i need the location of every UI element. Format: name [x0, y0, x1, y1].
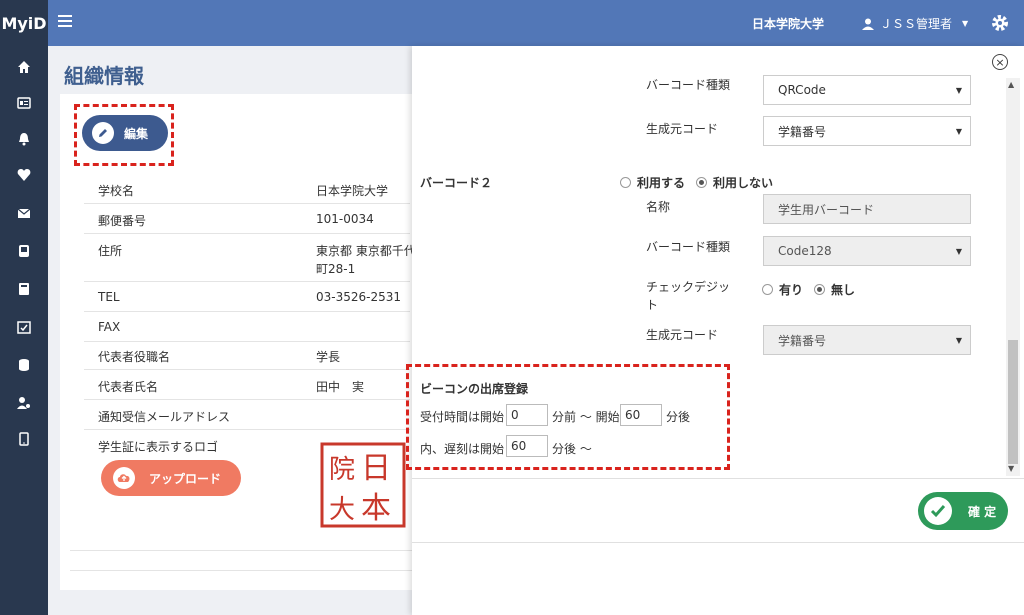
barcode2-source-select[interactable]: 学籍番号 ▼ [763, 325, 971, 355]
logo-seal-image: 日 本 院 大 [320, 442, 406, 528]
close-icon[interactable]: × [992, 54, 1008, 70]
barcode2-source-label: 生成元コード [646, 328, 719, 342]
divider [70, 570, 420, 571]
chevron-down-icon: ▼ [955, 127, 962, 136]
late-minutes-input[interactable]: 60 [506, 435, 548, 457]
start-minutes-input[interactable]: 0 [506, 404, 548, 426]
heartbeat-icon[interactable] [16, 168, 32, 182]
radio-selected-icon[interactable] [696, 177, 707, 188]
database-icon[interactable] [16, 358, 32, 372]
brand-logo[interactable]: MyiD [0, 0, 48, 46]
school-name: 日本学院大学 [752, 17, 825, 31]
bell-icon[interactable] [16, 132, 32, 146]
menu-icon[interactable] [58, 15, 72, 29]
mobile-icon[interactable] [16, 432, 32, 446]
mail-icon[interactable] [16, 206, 32, 220]
confirm-button[interactable]: 確 定 [918, 492, 1008, 530]
upload-button-label: アップロード [149, 471, 222, 486]
divider [70, 550, 420, 551]
table-row: TEL 03-3526-2531 [84, 290, 410, 312]
end-minutes-input[interactable]: 60 [620, 404, 662, 426]
user-menu[interactable]: ＪＳＳ管理者 ▼ [862, 15, 968, 32]
confirm-button-label: 確 定 [968, 504, 997, 519]
sidebar [0, 46, 48, 615]
scroll-up-icon[interactable]: ▲ [1008, 80, 1014, 89]
check-digit-label-cont: ト [646, 298, 659, 312]
table-row: 学校名 日本学院大学 [84, 182, 410, 204]
beacon-line1-suffix: 分後 [666, 410, 691, 424]
upload-button[interactable]: アップロード [101, 460, 241, 496]
barcode2-name-label: 名称 [646, 200, 671, 214]
chevron-down-icon: ▼ [962, 19, 969, 28]
barcode2-name-field[interactable]: 学生用バーコード [763, 194, 971, 224]
radio-icon[interactable] [620, 177, 631, 188]
device-icon[interactable] [16, 244, 32, 258]
barcode2-use-radio[interactable]: 利用する [620, 174, 685, 191]
beacon-line2-prefix: 内、遅刻は開始 [420, 442, 505, 456]
user-settings-icon[interactable] [16, 396, 32, 410]
divider [412, 542, 1024, 543]
barcode1-source-label: 生成元コード [646, 122, 719, 136]
id-card-icon[interactable] [16, 96, 32, 110]
check-digit-no-radio[interactable]: 無し [814, 281, 855, 298]
gear-icon[interactable] [990, 13, 1010, 33]
home-icon[interactable] [16, 60, 32, 74]
barcode2-type-select[interactable]: Code128 ▼ [763, 236, 971, 266]
table-row: FAX [84, 320, 410, 342]
cloud-upload-icon [113, 467, 135, 489]
table-row: 郵便番号 101-0034 [84, 212, 410, 234]
chevron-down-icon: ▼ [955, 247, 962, 256]
chevron-down-icon: ▼ [955, 86, 962, 95]
beacon-line1-prefix: 受付時間は開始 [420, 410, 505, 424]
scrollbar-thumb[interactable] [1008, 340, 1018, 464]
table-row: 住所東京都 東京都千代田区町28-1 [84, 242, 412, 282]
barcode1-type-select[interactable]: QRCode ▼ [763, 75, 971, 105]
user-name: ＪＳＳ管理者 [880, 17, 953, 31]
page-title: 組織情報 [64, 64, 144, 88]
beacon-line2-suffix: 分後 〜 [552, 442, 592, 456]
barcode1-type-label: バーコード種類 [646, 78, 731, 92]
check-icon [924, 497, 952, 525]
svg-text:本: 本 [361, 491, 391, 526]
table-row: 代表者氏名 田中 実 [84, 378, 410, 400]
barcode2-section-label: バーコード２ [420, 176, 493, 190]
table-row: 通知受信メールアドレス [84, 408, 410, 430]
barcode2-nouse-radio[interactable]: 利用しない [696, 174, 773, 191]
beacon-title: ビーコンの出席登録 [420, 382, 529, 396]
svg-text:院: 院 [329, 455, 355, 485]
check-digit-yes-radio[interactable]: 有り [762, 281, 803, 298]
calendar-check-icon[interactable] [16, 320, 32, 334]
barcode1-source-select[interactable]: 学籍番号 ▼ [763, 116, 971, 146]
chevron-down-icon: ▼ [955, 336, 962, 345]
radio-selected-icon[interactable] [814, 284, 825, 295]
radio-icon[interactable] [762, 284, 773, 295]
highlight-edit [74, 104, 174, 166]
svg-text:日: 日 [361, 451, 391, 486]
beacon-line1-mid: 分前 〜 開始 [552, 410, 620, 424]
table-row: 代表者役職名 学長 [84, 348, 410, 370]
user-icon [862, 18, 874, 30]
book-icon[interactable] [16, 282, 32, 296]
svg-text:大: 大 [329, 495, 355, 525]
check-digit-label: チェックデジッ [646, 280, 731, 294]
divider [412, 478, 1024, 479]
barcode2-type-label: バーコード種類 [646, 240, 731, 254]
top-bar: MyiD 日本学院大学 ＪＳＳ管理者 ▼ [0, 0, 1024, 46]
scroll-down-icon[interactable]: ▼ [1008, 464, 1014, 473]
